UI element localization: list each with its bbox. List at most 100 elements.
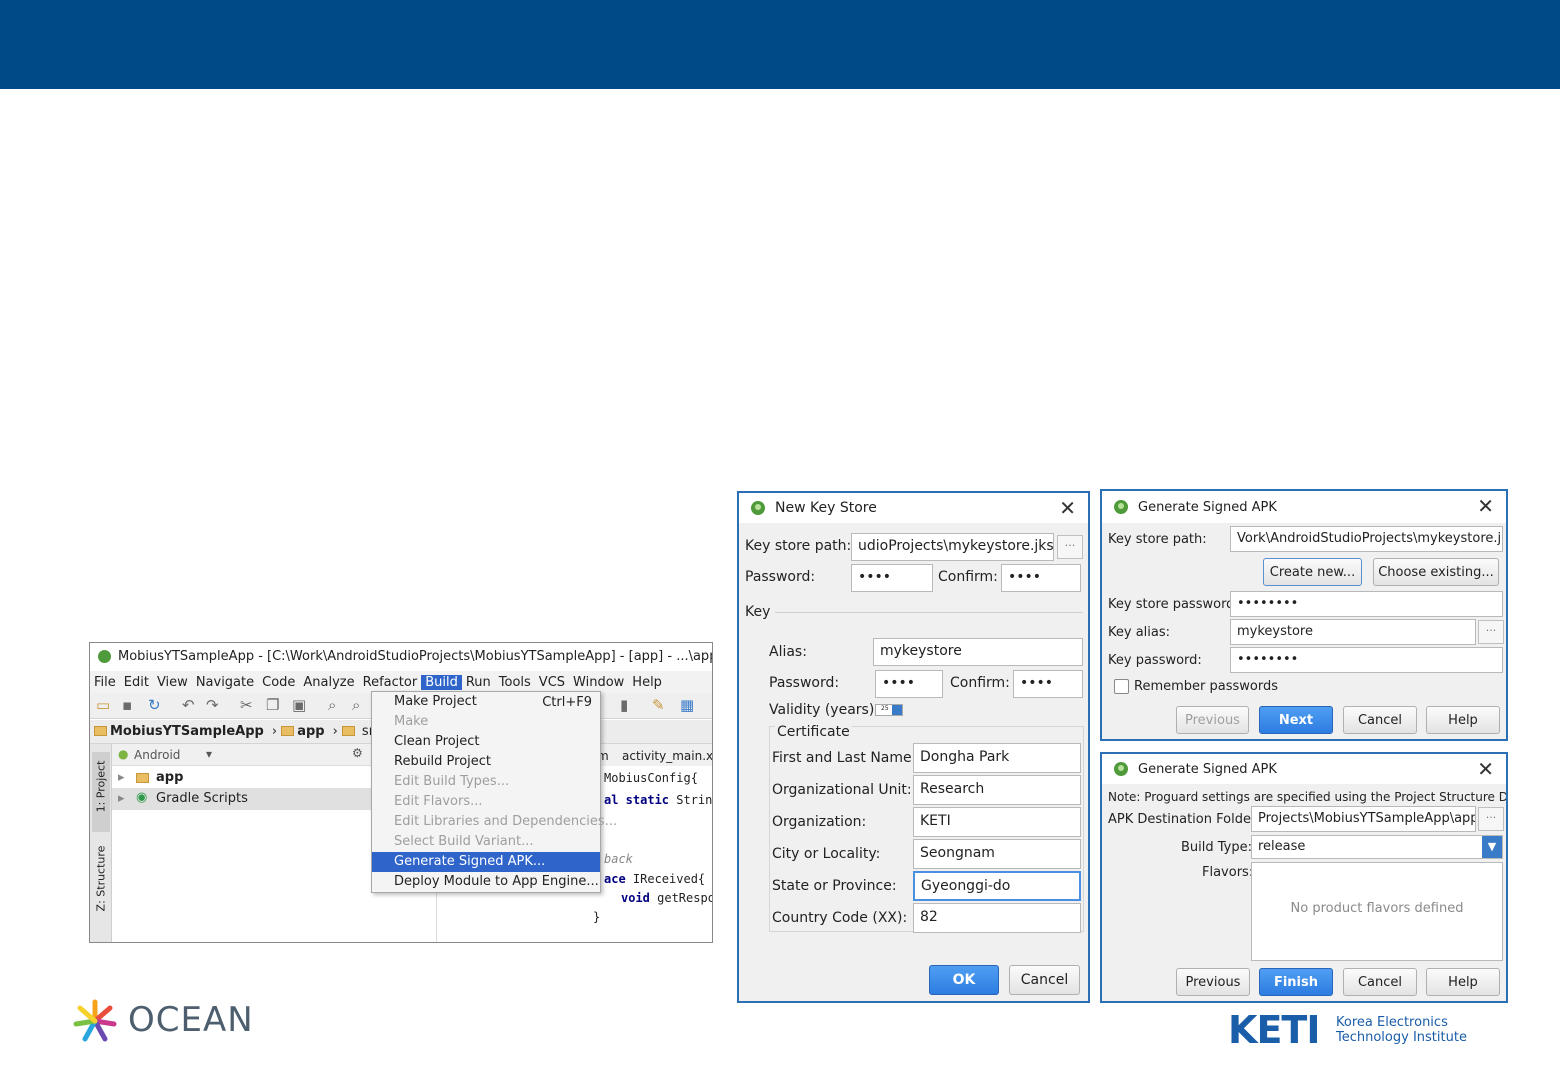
- menu-item-generate-signed-apk[interactable]: Generate Signed APK...: [372, 852, 600, 872]
- menu-run[interactable]: Run: [462, 675, 495, 690]
- project-view-selector[interactable]: ● Android ▾ ⚙: [112, 744, 371, 766]
- browse-destination-button[interactable]: ···: [1478, 807, 1504, 831]
- project-structure-icon[interactable]: ✎: [652, 696, 665, 714]
- browse-alias-button[interactable]: ···: [1478, 620, 1504, 644]
- paste-icon[interactable]: ▣: [292, 696, 306, 714]
- gradle-icon: ◉: [136, 790, 148, 805]
- tab-structure[interactable]: Z: Structure: [92, 844, 110, 924]
- layout-icon[interactable]: ▦: [680, 696, 694, 714]
- key-store-path-field[interactable]: udioProjects\mykeystore.jks: [851, 533, 1054, 561]
- menu-analyze[interactable]: Analyze: [299, 675, 358, 690]
- open-folder-icon[interactable]: ▭: [96, 696, 110, 714]
- create-new-button[interactable]: Create new...: [1263, 558, 1362, 586]
- validity-label: Validity (years):: [769, 702, 880, 718]
- cancel-button[interactable]: Cancel: [1343, 968, 1417, 996]
- keti-logo: KETI Korea Electronics Technology Instit…: [1228, 1008, 1498, 1056]
- menu-edit[interactable]: Edit: [120, 675, 153, 690]
- copy-icon[interactable]: ❐: [266, 696, 279, 714]
- build-type-select[interactable]: release ▼: [1251, 835, 1503, 859]
- menu-build[interactable]: Build: [421, 674, 462, 690]
- breadcrumb-app[interactable]: › app: [268, 724, 329, 739]
- choose-existing-button[interactable]: Choose existing...: [1373, 558, 1499, 586]
- menu-item-edit-flavors[interactable]: Edit Flavors...: [372, 792, 600, 812]
- redo-icon[interactable]: ↷: [206, 696, 219, 714]
- tree-item-gradle[interactable]: ▸ ◉ Gradle Scripts: [112, 788, 371, 810]
- sync-icon[interactable]: ↻: [148, 696, 161, 714]
- flavors-list[interactable]: No product flavors defined: [1251, 862, 1503, 961]
- tree-item-app[interactable]: ▸ app: [112, 768, 371, 788]
- help-button[interactable]: Help: [1426, 706, 1500, 734]
- menu-item-edit-libraries[interactable]: Edit Libraries and Dependencies...: [372, 812, 617, 832]
- dialog-title: Generate Signed APK: [1138, 761, 1277, 777]
- spinner-arrows-icon[interactable]: [892, 705, 902, 715]
- menu-view[interactable]: View: [153, 675, 192, 690]
- menu-item-edit-build-types[interactable]: Edit Build Types...: [372, 772, 600, 792]
- proguard-note: Note: Proguard settings are specified us…: [1108, 790, 1508, 804]
- menu-tools[interactable]: Tools: [495, 675, 535, 690]
- close-icon[interactable]: ✕: [1477, 757, 1494, 781]
- android-studio-icon: [98, 650, 111, 663]
- dropdown-arrow-icon[interactable]: ▼: [1482, 836, 1502, 858]
- help-button[interactable]: Help: [1426, 968, 1500, 996]
- undo-icon[interactable]: ↶: [182, 696, 195, 714]
- next-button[interactable]: Next: [1259, 706, 1333, 734]
- cancel-button[interactable]: Cancel: [1009, 965, 1080, 995]
- previous-button[interactable]: Previous: [1176, 706, 1249, 734]
- ok-button[interactable]: OK: [929, 965, 999, 995]
- menu-file[interactable]: File: [90, 675, 120, 690]
- menu-navigate[interactable]: Navigate: [192, 675, 258, 690]
- project-view-label: Android: [134, 748, 181, 762]
- key-alias-field[interactable]: mykeystore: [1230, 619, 1476, 645]
- close-icon[interactable]: ✕: [1059, 496, 1076, 520]
- close-icon[interactable]: ✕: [1477, 494, 1494, 518]
- editor-tab-2[interactable]: activity_main.xm: [608, 749, 712, 763]
- menu-vcs[interactable]: VCS: [535, 675, 569, 690]
- browse-button[interactable]: ···: [1057, 535, 1083, 559]
- new-key-store-dialog: New Key Store ✕ Key store path: udioProj…: [737, 491, 1090, 1003]
- confirm-label: Confirm:: [938, 569, 998, 585]
- dialog-title: Generate Signed APK: [1138, 499, 1277, 515]
- menu-help[interactable]: Help: [628, 675, 666, 690]
- menu-item-rebuild[interactable]: Rebuild Project: [372, 752, 600, 772]
- key-password-field[interactable]: ••••: [875, 670, 943, 698]
- menu-item-make-project[interactable]: Make Project Ctrl+F9: [372, 692, 600, 712]
- org-unit-field[interactable]: Research: [913, 775, 1081, 805]
- organization-field[interactable]: KETI: [913, 807, 1081, 837]
- key-confirm-field[interactable]: ••••: [1013, 670, 1083, 698]
- find-icon[interactable]: ⌕: [328, 696, 336, 714]
- replace-icon[interactable]: ⌕: [352, 696, 360, 714]
- tab-project[interactable]: 1: Project: [92, 752, 110, 832]
- first-last-name-field[interactable]: Dongha Park: [913, 743, 1081, 773]
- sdk-manager-icon[interactable]: ▮: [620, 696, 628, 714]
- apk-destination-field[interactable]: Projects\MobiusYTSampleApp\app: [1251, 806, 1476, 832]
- cancel-button[interactable]: Cancel: [1343, 706, 1417, 734]
- key-store-path-field[interactable]: Vork\AndroidStudioProjects\mykeystore.jk…: [1230, 526, 1503, 552]
- menu-item-select-variant[interactable]: Select Build Variant...: [372, 832, 600, 852]
- menu-item-deploy[interactable]: Deploy Module to App Engine...: [372, 872, 600, 892]
- key-store-path-label: Key store path:: [1108, 532, 1207, 547]
- city-field[interactable]: Seongnam: [913, 839, 1081, 869]
- breadcrumb-project[interactable]: MobiusYTSampleApp: [90, 724, 268, 739]
- remember-passwords-checkbox[interactable]: [1114, 679, 1129, 694]
- menu-window[interactable]: Window: [569, 675, 628, 690]
- cut-icon[interactable]: ✂: [240, 696, 253, 714]
- finish-button[interactable]: Finish: [1259, 968, 1333, 996]
- key-section-label: Key: [745, 604, 771, 620]
- menu-refactor[interactable]: Refactor: [359, 675, 422, 690]
- key-password-field[interactable]: ••••••••: [1230, 647, 1503, 673]
- alias-field[interactable]: mykeystore: [873, 638, 1083, 666]
- settings-icon[interactable]: ⚙: [352, 746, 363, 760]
- key-store-password-field[interactable]: ••••••••: [1230, 591, 1503, 617]
- save-icon[interactable]: ▪: [122, 696, 132, 714]
- menu-item-make[interactable]: Make: [372, 712, 600, 732]
- validity-spinner[interactable]: 25: [875, 704, 903, 716]
- key-store-path-label: Key store path:: [745, 538, 852, 554]
- menu-item-clean[interactable]: Clean Project: [372, 732, 600, 752]
- country-code-field[interactable]: 82: [913, 903, 1081, 933]
- state-field[interactable]: Gyeonggi-do: [913, 871, 1081, 901]
- previous-button[interactable]: Previous: [1176, 968, 1250, 996]
- confirm-field[interactable]: ••••: [1001, 564, 1081, 592]
- dialog-title-bar: Generate Signed APK ✕: [1102, 754, 1506, 784]
- menu-code[interactable]: Code: [258, 675, 299, 690]
- password-field[interactable]: ••••: [851, 564, 933, 592]
